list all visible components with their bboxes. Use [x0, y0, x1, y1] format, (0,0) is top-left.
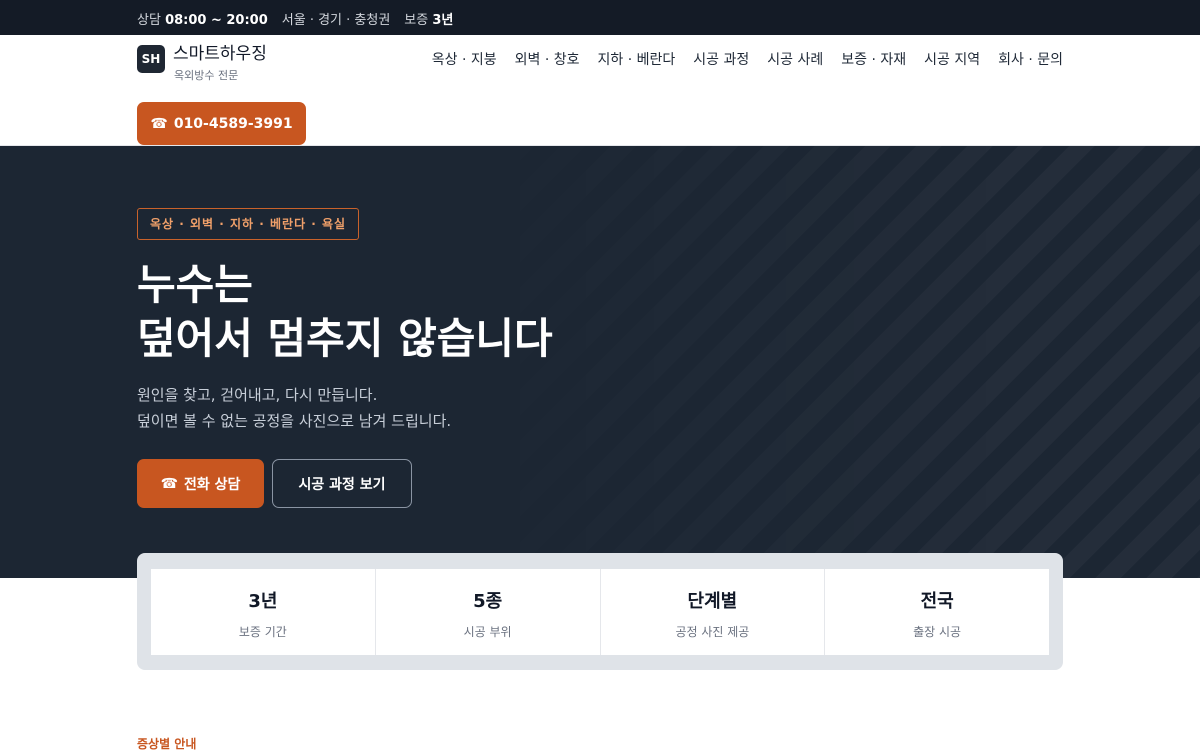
nav-item-regions[interactable]: 시공 지역 — [924, 49, 980, 69]
site-header: SH 스마트하우징 옥외방수 전문 옥상 · 지붕 외벽 · 창호 지하 · 베… — [0, 35, 1200, 146]
hero-tag: 옥상 · 외벽 · 지하 · 베란다 · 욕실 — [137, 208, 360, 240]
stat-areas: 5종 시공 부위 — [376, 569, 601, 655]
hero-title-line-1: 누수는 — [137, 260, 253, 309]
phone-consult-button[interactable]: ☎ 전화 상담 — [137, 459, 264, 508]
hours-value: 08:00 ~ 20:00 — [165, 13, 268, 28]
nav-item-cases[interactable]: 시공 사례 — [767, 49, 823, 69]
section-label: 증상별 안내 — [137, 737, 197, 750]
stat-label: 출장 시공 — [913, 625, 962, 639]
warranty-label: 보증 — [404, 13, 429, 28]
stat-label: 공정 사진 제공 — [675, 625, 750, 639]
hours-label: 상담 — [137, 13, 161, 28]
top-info-bar: 상담 08:00 ~ 20:00 서울 · 경기 · 충청권 보증 3년 — [0, 0, 1200, 35]
hero-desc-line-1: 원인을 찾고, 걷어내고, 다시 만듭니다. — [137, 386, 378, 404]
stat-value: 전국 — [920, 591, 954, 612]
phone-consult-label: 전화 상담 — [184, 476, 241, 493]
service-region: 서울 · 경기 · 충청권 — [281, 13, 391, 28]
hero-section: 옥상 · 외벽 · 지하 · 베란다 · 욕실 누수는 덮어서 멈추지 않습니다… — [0, 146, 1200, 578]
stat-value: 단계별 — [687, 591, 738, 612]
brand-name[interactable]: 스마트하우징 — [173, 39, 267, 64]
nav-item-process[interactable]: 시공 과정 — [693, 49, 749, 69]
nav-item-company[interactable]: 회사 · 문의 — [998, 49, 1063, 69]
nav-item-warranty[interactable]: 보증 · 자재 — [841, 49, 906, 69]
nav-item-exterior[interactable]: 외벽 · 창호 — [515, 49, 580, 69]
hours-info: 상담 08:00 ~ 20:00 — [137, 9, 268, 28]
stat-warranty: 3년 보증 기간 — [151, 569, 376, 655]
brand-tagline: 옥외방수 전문 — [174, 69, 239, 82]
nav-item-basement[interactable]: 지하 · 베란다 — [598, 49, 676, 69]
hero-description: 원인을 찾고, 걷어내고, 다시 만듭니다. 덮이면 볼 수 없는 공정을 사진… — [137, 382, 451, 434]
nav-item-rooftop[interactable]: 옥상 · 지붕 — [432, 49, 497, 69]
stats-grid: 3년 보증 기간 5종 시공 부위 단계별 공정 사진 제공 전국 출장 시공 — [151, 569, 1049, 655]
main-nav: 옥상 · 지붕 외벽 · 창호 지하 · 베란다 시공 과정 시공 사례 보증 … — [432, 49, 1063, 69]
stat-label: 시공 부위 — [463, 625, 512, 639]
warranty-info: 보증 3년 — [404, 9, 453, 28]
logo[interactable]: SH — [137, 45, 165, 73]
hero-desc-line-2: 덮이면 볼 수 없는 공정을 사진으로 남겨 드립니다. — [137, 412, 452, 430]
warranty-value: 3년 — [432, 13, 454, 28]
stat-value: 5종 — [473, 591, 503, 612]
phone-icon: ☎ — [150, 115, 168, 132]
header-call-button[interactable]: ☎ 010-4589-3991 — [137, 102, 306, 145]
stats-panel: 3년 보증 기간 5종 시공 부위 단계별 공정 사진 제공 전국 출장 시공 — [137, 553, 1063, 670]
stat-label: 보증 기간 — [238, 625, 287, 639]
hero-title-line-2: 덮어서 멈추지 않습니다 — [137, 314, 553, 363]
view-process-button[interactable]: 시공 과정 보기 — [272, 459, 412, 508]
phone-number: 010-4589-3991 — [173, 115, 293, 132]
stat-value: 3년 — [248, 591, 278, 612]
phone-icon: ☎ — [160, 475, 179, 492]
stat-coverage: 전국 출장 시공 — [825, 569, 1049, 655]
stat-photos: 단계별 공정 사진 제공 — [601, 569, 826, 655]
hero-title: 누수는 덮어서 멈추지 않습니다 — [137, 258, 553, 366]
